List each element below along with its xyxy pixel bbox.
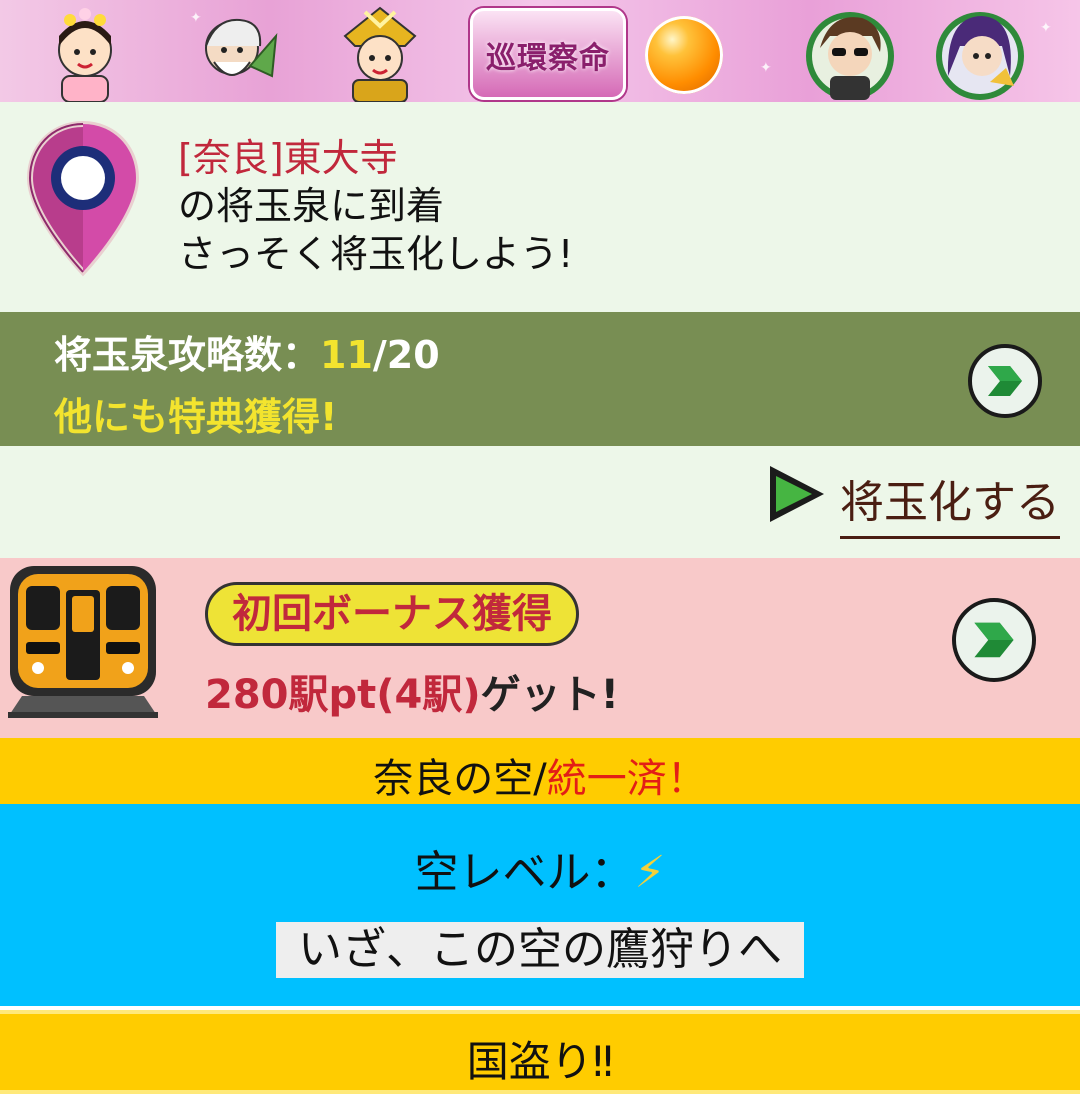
arrival-message: [奈良]東大寺 の将玉泉に到着 さっそく将玉化しよう! [178,134,573,278]
bonus-points-tail: ゲット! [480,672,619,718]
sky-level-panel: 空レベル：⚡ いざ、この空の鷹狩りへ [0,804,1080,1006]
capture-count-label: 将玉泉攻略数： [54,333,321,377]
princess-character-icon [58,8,112,102]
bonus-details-button[interactable] [952,598,1036,682]
capture-count: 将玉泉攻略数：11/20 [54,324,440,379]
sparkle-icon: ✦ [1040,20,1052,36]
event-logo-title: 巡環察命 [486,41,610,76]
play-triangle-icon[interactable] [764,462,828,526]
sky-status: 奈良の空/統一済！ [0,746,1080,804]
elder-character-icon [205,18,278,78]
falconry-button[interactable]: いざ、この空の鷹狩りへ [276,922,804,978]
capture-count-value: 11 [320,333,373,377]
first-bonus-badge: 初回ボーナス獲得 [205,582,579,646]
conquest-button[interactable]: 国盗り‼ [0,1010,1080,1094]
location-name: [奈良]東大寺 [178,136,398,180]
chevron-right-icon [988,366,1022,396]
location-pin-icon [26,120,140,277]
sky-status-bar: 奈良の空/統一済！ [0,738,1080,804]
bonus-points: 280駅pt(4駅)ゲット! [205,662,619,720]
orange-orb-icon[interactable] [645,16,723,94]
samurai-character-icon [343,6,417,102]
sky-level-label: 空レベル： [414,847,635,898]
train-icon [8,566,158,718]
chevron-right-icon [974,622,1014,658]
capture-details-button[interactable] [968,344,1042,418]
event-logo[interactable]: 巡環察命 [470,8,626,100]
action-panel: 将玉化する [0,446,1080,558]
sunglasses-character-icon [806,12,894,100]
bottom-spacer [0,1094,1080,1106]
arrival-line-2: の将玉泉に到着 [178,184,445,228]
shogyoku-convert-link[interactable]: 将玉化する [840,466,1060,539]
sky-region: 奈良の空/ [373,756,547,802]
capture-count-bar[interactable]: 将玉泉攻略数：11/20 他にも特典獲得! [0,312,1080,446]
sky-level: 空レベル：⚡ [0,836,1080,900]
sparkle-icon: ✦ [760,60,772,76]
conquest-label: 国盗り‼ [466,1037,614,1086]
capture-count-total: /20 [372,333,440,377]
first-bonus-panel[interactable]: 初回ボーナス獲得 280駅pt(4駅)ゲット! [0,558,1080,738]
arrival-panel: [奈良]東大寺 の将玉泉に到着 さっそく将玉化しよう! [0,102,1080,312]
lightning-icon: ⚡ [634,847,666,898]
purple-hair-character-icon [936,12,1024,100]
bonus-points-value: 280駅pt(4駅) [205,672,481,718]
event-banner[interactable]: ✦ ✦ ✦ 巡環察命 [0,0,1080,102]
capture-bonus-text: 他にも特典獲得! [54,395,338,439]
sky-unified-status: 統一済！ [546,756,707,802]
arrival-line-3: さっそく将玉化しよう! [178,232,574,276]
